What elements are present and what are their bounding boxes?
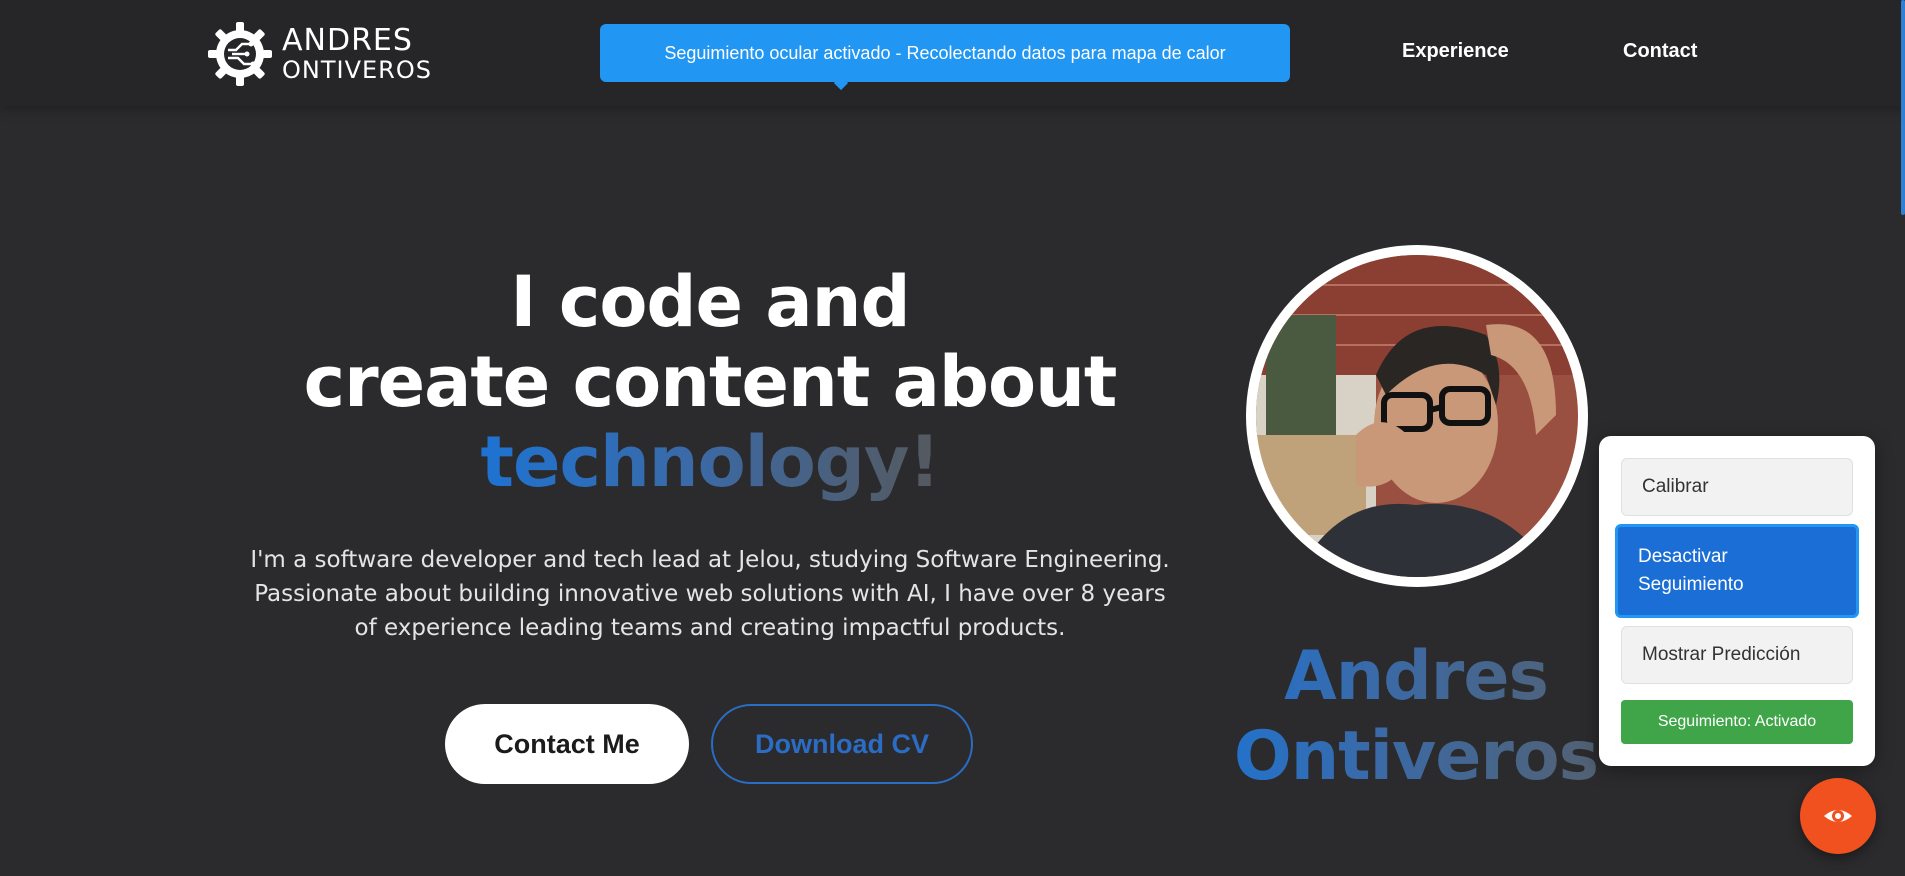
avatar — [1256, 255, 1578, 577]
scrollbar-thumb[interactable] — [1901, 0, 1905, 215]
eye-tracking-toggle-button[interactable] — [1800, 778, 1876, 854]
contact-me-button[interactable]: Contact Me — [445, 704, 689, 784]
site-header: ANDRES ONTIVEROS Seguimiento ocular acti… — [0, 0, 1905, 106]
hero-title-line2: create content about — [303, 341, 1118, 423]
nav-experience-link[interactable]: Experience — [1402, 40, 1509, 63]
nav-contact-link[interactable]: Contact — [1623, 40, 1697, 63]
show-prediction-button[interactable]: Mostrar Predicción — [1621, 626, 1853, 684]
profile-photo — [1256, 255, 1578, 577]
profile-avatar-frame — [1246, 245, 1588, 587]
hero-title-highlight: technology! — [480, 421, 941, 503]
hero-title-line1: I code and — [510, 261, 910, 343]
profile-name-first: Andres — [1284, 637, 1548, 716]
hero-description: I'm a software developer and tech lead a… — [250, 547, 1170, 641]
gear-circuit-icon — [208, 22, 272, 86]
logo-name-last: ONTIVEROS — [282, 56, 432, 84]
profile-name: Andres Ontiveros — [1200, 637, 1632, 797]
calibrate-button[interactable]: Calibrar — [1621, 458, 1853, 516]
site-logo[interactable]: ANDRES ONTIVEROS — [206, 20, 432, 88]
tracking-status-badge: Seguimiento: Activado — [1621, 700, 1853, 744]
logo-name-first: ANDRES — [282, 23, 413, 58]
eye-tracking-banner: Seguimiento ocular activado - Recolectan… — [600, 24, 1290, 82]
download-cv-button[interactable]: Download CV — [711, 704, 973, 784]
hero-title: I code and create content about technolo… — [290, 262, 1130, 502]
profile-name-last: Ontiveros — [1233, 717, 1599, 796]
eye-tracking-panel: Calibrar Desactivar Seguimiento Mostrar … — [1599, 436, 1875, 766]
deactivate-tracking-button[interactable]: Desactivar Seguimiento — [1615, 524, 1859, 618]
eye-icon — [1824, 810, 1852, 822]
